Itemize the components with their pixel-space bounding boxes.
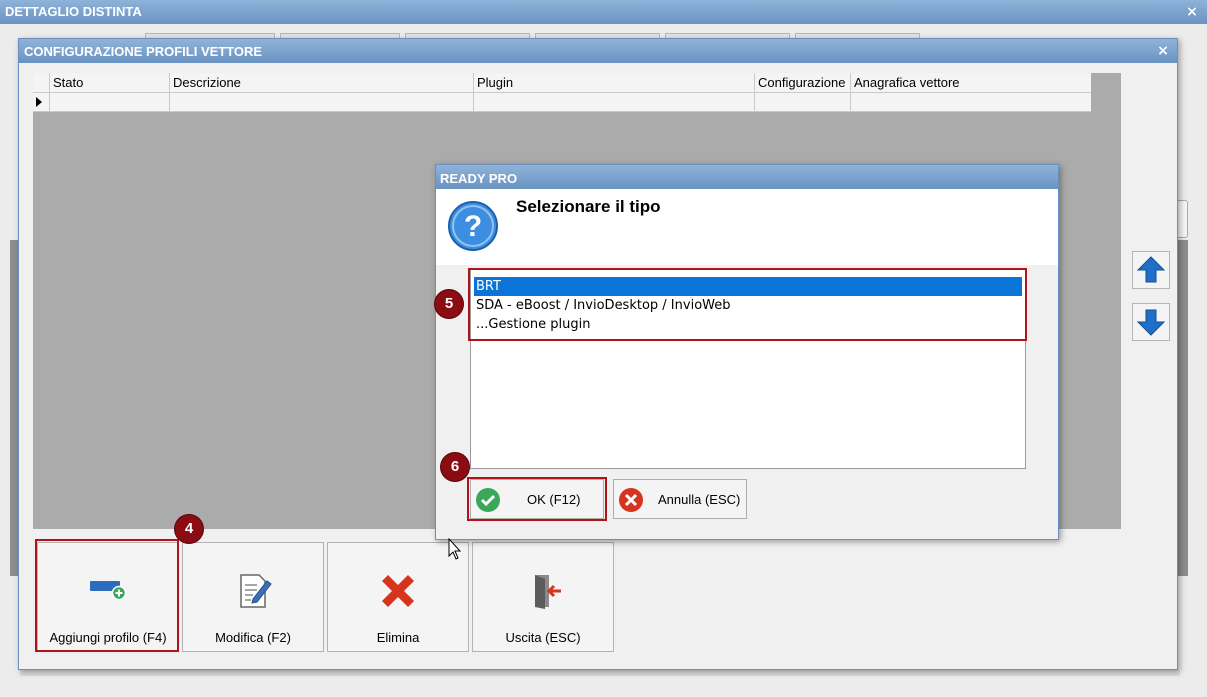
highlight-add-profile — [35, 539, 179, 652]
cell-stato[interactable] — [49, 93, 169, 111]
cell-configurazione[interactable] — [754, 93, 850, 111]
highlight-type-options — [468, 268, 1027, 341]
question-icon: ? — [448, 201, 498, 251]
edit-document-icon — [240, 574, 272, 608]
arrow-up-icon — [1136, 256, 1166, 283]
dialog-header: ? Selezionare il tipo — [436, 189, 1058, 265]
column-header-descrizione[interactable]: Descrizione — [169, 73, 473, 92]
outer-close-button[interactable]: × — [1182, 2, 1202, 22]
exit-button[interactable]: Uscita (ESC) — [472, 542, 614, 652]
exit-door-icon — [535, 575, 561, 609]
arrow-down-icon — [1136, 309, 1166, 336]
mouse-cursor-icon — [448, 538, 462, 560]
exit-label: Uscita (ESC) — [505, 630, 581, 645]
dialog-message: Selezionare il tipo — [516, 197, 661, 216]
outer-window-title: DETTAGLIO DISTINTA — [0, 0, 1207, 24]
step-badge-6: 6 — [441, 453, 469, 481]
row-indicator — [33, 93, 49, 111]
step-badge-5: 5 — [435, 290, 463, 318]
column-header-configurazione[interactable]: Configurazione — [754, 73, 850, 92]
row-indicator-column — [33, 73, 49, 92]
move-up-button[interactable] — [1132, 251, 1170, 289]
inner-window-title: CONFIGURAZIONE PROFILI VETTORE — [19, 39, 1177, 63]
cancel-button[interactable]: Annulla (ESC) — [613, 479, 747, 519]
column-header-plugin[interactable]: Plugin — [473, 73, 754, 92]
cell-anagrafica-vettore[interactable] — [850, 93, 1091, 111]
highlight-ok-button — [467, 477, 607, 521]
row-pointer-icon — [36, 97, 42, 107]
column-header-stato[interactable]: Stato — [49, 73, 169, 92]
delete-x-icon — [382, 575, 414, 607]
edit-label: Modifica (F2) — [215, 630, 291, 645]
svg-text:?: ? — [464, 210, 482, 243]
column-header-anagrafica-vettore[interactable]: Anagrafica vettore — [850, 73, 1091, 92]
grid-header: Stato Descrizione Plugin Configurazione … — [33, 73, 1091, 93]
delete-label: Elimina — [376, 630, 420, 645]
cell-plugin[interactable] — [473, 93, 754, 111]
cancel-label: Annulla (ESC) — [658, 492, 741, 507]
cancel-icon — [619, 488, 643, 512]
step-badge-4: 4 — [175, 515, 203, 543]
inner-close-button[interactable]: × — [1153, 41, 1173, 61]
dialog-title: READY PRO — [436, 165, 1058, 189]
table-row[interactable] — [33, 93, 1091, 112]
edit-button[interactable]: Modifica (F2) — [182, 542, 324, 652]
cell-descrizione[interactable] — [169, 93, 473, 111]
move-down-button[interactable] — [1132, 303, 1170, 341]
bg-bottom-strip — [20, 670, 1180, 676]
bg-panel — [1178, 240, 1188, 576]
